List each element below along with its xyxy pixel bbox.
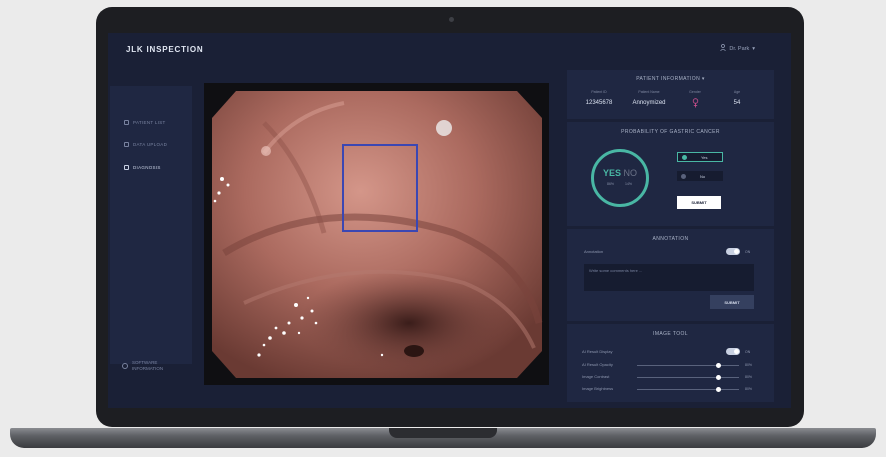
contrast-slider[interactable] <box>716 375 722 380</box>
app-screen: JLK INSPECTION Dr. Park ▾ PATIENT LIST D… <box>108 33 791 408</box>
slider-track <box>637 365 739 366</box>
ai-display-toggle-label: ON <box>745 350 751 354</box>
ai-detection-box[interactable] <box>342 144 418 232</box>
annotation-submit-button[interactable]: SUBMIT <box>710 295 754 309</box>
endoscopy-image-viewer[interactable] <box>204 83 549 385</box>
endoscopy-image <box>212 91 543 378</box>
slider-track <box>637 389 739 390</box>
annotation-title: ANNOTATION <box>652 236 689 242</box>
brightness-slider[interactable] <box>716 387 722 392</box>
annotation-toggle-label: ON <box>745 250 751 254</box>
ai-opacity-slider[interactable] <box>716 363 722 368</box>
info-icon <box>122 363 128 369</box>
sidebar-item-patient-list[interactable]: PATIENT LIST <box>124 120 166 125</box>
user-menu[interactable]: Dr. Park ▾ <box>720 44 755 53</box>
app-logo[interactable]: JLK INSPECTION <box>126 45 203 54</box>
patient-info-title-text: PATIENT INFORMATION <box>636 76 701 82</box>
chevron-down-icon: ▾ <box>752 45 755 52</box>
probability-panel: PROBABILITY OF GASTRIC CANCER YES NO 86%… <box>567 122 774 226</box>
slider-value: 80% <box>745 363 753 367</box>
female-icon <box>671 98 719 110</box>
sidebar-item-diagnosis[interactable]: DIAGNOSIS <box>124 165 161 170</box>
sidebar-item-data-upload[interactable]: DATA UPLOAD <box>124 142 167 147</box>
list-icon <box>124 120 129 125</box>
gender-header: Gender <box>689 90 701 94</box>
annotation-toggle[interactable] <box>726 248 740 255</box>
probability-gauge: YES NO 86% 14% <box>591 149 649 207</box>
slider-value: 80% <box>745 375 753 379</box>
age-value: 54 <box>733 100 741 106</box>
patient-name-header: Patient Name <box>638 90 660 94</box>
slider-label: Image Brightness <box>582 386 614 391</box>
radio-selected-icon <box>682 154 687 160</box>
slider-value: 80% <box>745 387 753 391</box>
age-header: Age <box>733 90 741 94</box>
software-info-line1: SOFTWARE <box>132 360 158 365</box>
gauge-no-label: NO <box>623 168 638 178</box>
user-icon <box>720 44 727 53</box>
software-info-label: SOFTWARE INFORMATION <box>132 360 163 372</box>
gauge-yes-label: YES <box>603 168 622 178</box>
radio-yes[interactable]: Yes <box>677 152 723 162</box>
chevron-down-icon: ▾ <box>701 76 705 82</box>
top-bar: JLK INSPECTION Dr. Park ▾ <box>108 33 791 65</box>
camera-icon <box>449 17 454 22</box>
radio-no-label: No <box>700 173 706 179</box>
sidebar-item-label: DATA UPLOAD <box>133 142 168 147</box>
slider-track <box>637 377 739 378</box>
patient-id-header: Patient ID <box>591 90 607 94</box>
sidebar-item-label: DIAGNOSIS <box>133 165 161 170</box>
software-info-line2: INFORMATION <box>132 366 164 371</box>
yes-percent: 86% <box>607 182 615 186</box>
no-percent: 14% <box>625 182 633 186</box>
sidebar: PATIENT LIST DATA UPLOAD DIAGNOSIS <box>110 86 192 364</box>
slider-label: AI Result Opacity <box>582 362 613 367</box>
image-tool-title: IMAGE TOOL <box>653 331 688 337</box>
laptop-hinge <box>389 428 497 438</box>
image-tool-panel: IMAGE TOOL AI Result Display ON AI Resul… <box>567 324 774 402</box>
diagnosis-icon <box>124 165 129 170</box>
ai-display-toggle[interactable] <box>726 348 740 355</box>
patient-info-title[interactable]: PATIENT INFORMATION ▾ <box>567 76 774 82</box>
probability-title: PROBABILITY OF GASTRIC CANCER <box>621 129 720 135</box>
gauge-labels: YES NO <box>603 168 637 178</box>
annotation-label: Annotation <box>584 249 604 254</box>
patient-name-value: Annoymized <box>632 100 666 106</box>
slider-label: Image Contrast <box>582 374 610 379</box>
annotation-textarea[interactable]: Write some comments here ... <box>584 264 754 291</box>
radio-unselected-icon <box>681 173 686 179</box>
upload-icon <box>124 142 129 147</box>
annotation-panel: ANNOTATION Annotation ON Write some comm… <box>567 229 774 321</box>
patient-information-panel: PATIENT INFORMATION ▾ Patient ID Patient… <box>567 70 774 119</box>
probability-submit-button[interactable]: SUBMIT <box>677 196 721 209</box>
ai-display-label: AI Result Display <box>582 349 613 354</box>
patient-id-value: 12345678 <box>585 100 613 106</box>
user-name: Dr. Park <box>729 45 750 52</box>
software-information-link[interactable]: SOFTWARE INFORMATION <box>122 360 163 372</box>
radio-yes-label: Yes <box>701 154 708 160</box>
sidebar-item-label: PATIENT LIST <box>133 120 166 125</box>
radio-no[interactable]: No <box>677 171 723 181</box>
